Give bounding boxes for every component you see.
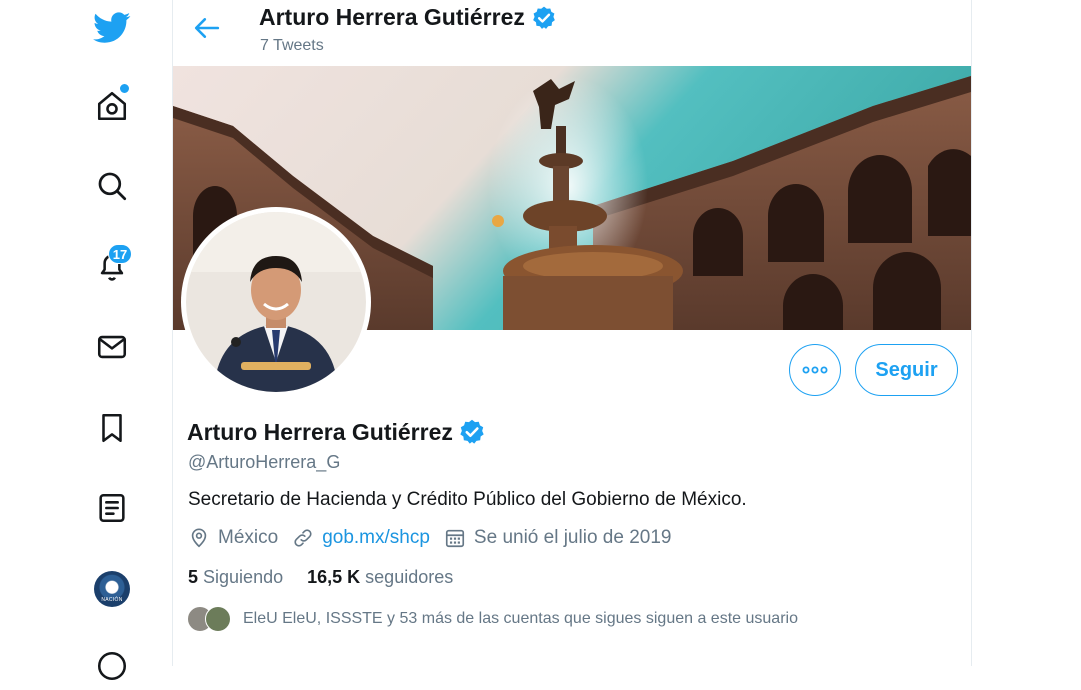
joined-item: Se unió el julio de 2019 — [444, 527, 672, 549]
header-name-text: Arturo Herrera Gutiérrez — [259, 4, 525, 30]
mutual-avatar — [205, 606, 231, 632]
notifications-icon[interactable]: 17 — [88, 242, 136, 290]
tweets-count: 7 Tweets — [260, 37, 324, 54]
back-arrow-icon — [194, 18, 220, 38]
new-content-dot — [119, 83, 130, 94]
mutual-avatars — [187, 606, 231, 632]
follow-stats: 5 Siguiendo 16,5 K seguidores — [188, 567, 453, 588]
location-pin-icon — [191, 528, 207, 548]
profile-name: Arturo Herrera Gutiérrez — [187, 418, 486, 446]
following-count: 5 — [188, 567, 199, 587]
website-item[interactable]: gob.mx/shcp — [292, 527, 430, 549]
home-icon[interactable] — [88, 82, 136, 130]
lists-icon[interactable] — [88, 484, 136, 532]
more-dots-icon — [802, 366, 828, 374]
more-icon[interactable] — [88, 642, 136, 690]
profile-name-text: Arturo Herrera Gutiérrez — [187, 418, 453, 445]
location-text: México — [218, 527, 279, 548]
profile-avatar[interactable]: NACIÓN — [88, 565, 136, 613]
followers-label: seguidores — [365, 567, 454, 587]
following-link[interactable]: 5 Siguiendo — [188, 567, 283, 587]
followers-count: 16,5 K — [307, 567, 361, 587]
header-name: Arturo Herrera Gutiérrez — [259, 4, 557, 31]
joined-text: Se unió el julio de 2019 — [473, 527, 672, 548]
followers-you-know-text: EleU EleU, ISSSTE y 53 más de las cuenta… — [243, 610, 798, 627]
profile-header-bar: Arturo Herrera Gutiérrez 7 Tweets — [173, 0, 971, 64]
messages-icon[interactable] — [88, 323, 136, 371]
profile-photo-image — [186, 212, 366, 392]
verified-badge-icon — [533, 6, 555, 29]
more-options-button[interactable] — [789, 344, 841, 396]
follow-button[interactable]: Seguir — [855, 344, 958, 396]
followers-link[interactable]: 16,5 K seguidores — [307, 567, 453, 587]
notifications-count-badge: 17 — [108, 244, 132, 264]
profile-column: Arturo Herrera Gutiérrez 7 Tweets Seguir… — [172, 0, 972, 666]
following-label: Siguiendo — [203, 567, 284, 587]
link-icon — [294, 529, 312, 547]
twitter-logo-icon[interactable] — [88, 4, 136, 52]
calendar-icon — [445, 529, 464, 548]
sidebar-nav: 17 NACIÓN — [0, 0, 172, 681]
profile-photo[interactable] — [181, 207, 371, 397]
explore-icon[interactable] — [88, 162, 136, 210]
profile-handle: @ArturoHerrera_G — [188, 452, 341, 472]
bookmarks-icon[interactable] — [88, 404, 136, 452]
verified-badge-icon — [460, 419, 484, 444]
followers-you-know[interactable]: EleU EleU, ISSSTE y 53 más de las cuenta… — [187, 606, 798, 632]
location-item: México — [188, 527, 278, 549]
back-button[interactable] — [189, 10, 225, 46]
profile-meta: México gob.mx/shcp Se unió el julio de 2… — [188, 527, 685, 549]
website-link[interactable]: gob.mx/shcp — [322, 527, 430, 549]
profile-bio: Secretario de Hacienda y Crédito Público… — [188, 489, 747, 510]
